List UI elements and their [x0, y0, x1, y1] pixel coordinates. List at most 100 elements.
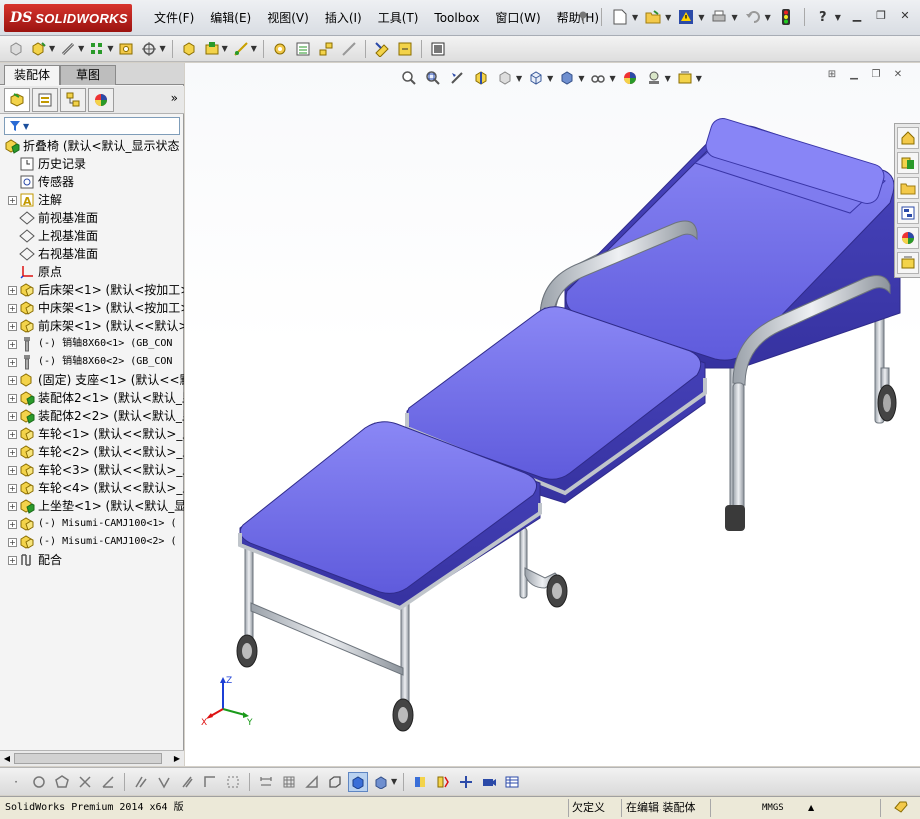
tree-item[interactable]: + 前床架<1> (默认<<默认>_ — [0, 317, 184, 335]
expand-toggle-icon[interactable]: + — [8, 555, 17, 565]
corner-icon[interactable] — [200, 772, 220, 792]
scroll-thumb[interactable] — [14, 753, 162, 764]
shaded-cube-icon[interactable] — [348, 771, 368, 792]
triangle-icon[interactable] — [302, 772, 322, 792]
exploded-view-icon[interactable] — [316, 39, 336, 59]
tree-item[interactable]: + 上坐垫<1> (默认<默认_显 — [0, 497, 184, 515]
circle-icon[interactable] — [29, 772, 49, 792]
expand-toggle-icon[interactable]: + — [8, 195, 17, 205]
move-component-icon[interactable] — [139, 39, 159, 59]
instant3d-icon[interactable] — [372, 39, 392, 59]
chevron-down-icon[interactable]: ▼ — [765, 13, 771, 22]
smart-fasteners-icon[interactable] — [116, 39, 136, 59]
new-motion-study-icon[interactable] — [270, 39, 290, 59]
expand-toggle-icon[interactable]: + — [8, 483, 17, 493]
tab-assembly[interactable]: 装配体 — [4, 65, 60, 85]
camera-icon[interactable] — [479, 772, 499, 792]
expand-toggle-icon[interactable]: + — [8, 429, 17, 439]
tree-item[interactable]: + 车轮<3> (默认<<默认>_显 — [0, 461, 184, 479]
expand-toggle-icon[interactable]: + — [8, 303, 17, 313]
expand-toggle-icon[interactable]: + — [8, 375, 17, 385]
tree-item[interactable]: 上视基准面 — [0, 227, 184, 245]
line-icon[interactable] — [98, 772, 118, 792]
new-document-icon[interactable] — [609, 6, 631, 28]
move-icon[interactable] — [456, 772, 476, 792]
tree-item[interactable]: 历史记录 — [0, 155, 184, 173]
warning-icon[interactable] — [675, 6, 697, 28]
tree-item[interactable]: + (-) Misumi-CAMJ100<1> ( — [0, 515, 184, 533]
fillet-icon[interactable] — [131, 772, 151, 792]
component-icon[interactable] — [6, 39, 26, 59]
menu-tools[interactable]: 工具(T) — [370, 9, 427, 27]
menu-window[interactable]: 窗口(W) — [487, 9, 548, 27]
rebuild-status-icon[interactable] — [894, 800, 908, 816]
take-snapshot-icon[interactable] — [428, 39, 448, 59]
chevron-down-icon[interactable]: ▼ — [698, 13, 704, 22]
help-icon[interactable]: ? — [812, 6, 834, 28]
insert-component-icon[interactable] — [29, 39, 49, 59]
table-icon[interactable] — [502, 772, 522, 792]
menu-edit[interactable]: 编辑(E) — [202, 9, 259, 27]
grid-icon[interactable] — [279, 772, 299, 792]
chevron-down-icon[interactable]: ▼ — [49, 44, 55, 53]
custom-properties-icon[interactable] — [897, 252, 919, 274]
tree-item[interactable]: + 车轮<2> (默认<<默认>_显 — [0, 443, 184, 461]
chevron-down-icon[interactable]: ▼ — [78, 44, 84, 53]
graphics-area[interactable]: ▼ ▼ ▼ ▼ ▼ ▼ ⊞ ▁ ❐ ✕ Z Y X — [185, 63, 920, 766]
display-manager-icon[interactable] — [88, 87, 114, 112]
chevron-down-icon[interactable]: ▼ — [632, 13, 638, 22]
restore-icon[interactable]: ❐ — [872, 8, 890, 24]
menu-insert[interactable]: 插入(I) — [317, 9, 370, 27]
section-icon[interactable] — [410, 772, 430, 792]
mate-icon[interactable] — [433, 772, 453, 792]
tree-item[interactable]: + (-) 销轴8X60<1> (GB_CON — [0, 335, 184, 353]
box-icon[interactable] — [325, 772, 345, 792]
print-icon[interactable] — [708, 6, 730, 28]
units-menu-arrow[interactable]: ▲ — [808, 800, 814, 816]
expand-toggle-icon[interactable]: + — [8, 465, 17, 475]
tree-item[interactable]: 前视基准面 — [0, 209, 184, 227]
tree-item[interactable]: + (固定) 支座<1> (默认<<默 — [0, 371, 184, 389]
tree-horizontal-scrollbar[interactable]: ◀ ▶ — [0, 750, 184, 766]
expand-toggle-icon[interactable]: + — [8, 357, 17, 367]
feature-manager-icon[interactable] — [4, 87, 30, 112]
menu-file[interactable]: 文件(F) — [146, 9, 202, 27]
tab-sketch[interactable]: 草图 — [60, 65, 116, 85]
point-icon[interactable]: · — [6, 772, 26, 792]
tree-item[interactable]: + 车轮<4> (默认<<默认>_显 — [0, 479, 184, 497]
folding-chair-model[interactable] — [185, 63, 920, 766]
tree-item[interactable]: + 配合 — [0, 551, 184, 569]
undo-icon[interactable] — [742, 6, 764, 28]
chevron-down-icon[interactable]: ▼ — [665, 13, 671, 22]
configuration-manager-icon[interactable] — [60, 87, 86, 112]
tree-item[interactable]: + 车轮<1> (默认<<默认>_显 — [0, 425, 184, 443]
expand-toggle-icon[interactable]: + — [8, 285, 17, 295]
scroll-right-icon[interactable]: ▶ — [171, 753, 183, 765]
display-cube-icon[interactable] — [371, 772, 391, 792]
dotted-box-icon[interactable] — [223, 772, 243, 792]
appearances-icon[interactable] — [897, 227, 919, 249]
expand-toggle-icon[interactable]: + — [8, 447, 17, 457]
more-tabs-icon[interactable]: » — [171, 91, 178, 105]
expand-toggle-icon[interactable]: + — [8, 537, 17, 547]
chevron-down-icon[interactable]: ▼ — [835, 13, 841, 22]
expand-toggle-icon[interactable]: + — [8, 519, 17, 529]
tree-item[interactable]: 右视基准面 — [0, 245, 184, 263]
chevron-down-icon[interactable]: ▼ — [107, 44, 113, 53]
tree-item[interactable]: 原点 — [0, 263, 184, 281]
expand-toggle-icon[interactable]: + — [8, 339, 17, 349]
slash-icon[interactable] — [177, 772, 197, 792]
expand-toggle-icon[interactable]: + — [8, 321, 17, 331]
chevron-down-icon[interactable]: ▼ — [251, 44, 257, 53]
tree-item[interactable]: + (-) Misumi-CAMJ100<2> ( — [0, 533, 184, 551]
menu-view[interactable]: 视图(V) — [259, 9, 317, 27]
expand-toggle-icon[interactable]: + — [8, 411, 17, 421]
open-icon[interactable] — [642, 6, 664, 28]
tree-item[interactable]: + (-) 销轴8X60<2> (GB_CON — [0, 353, 184, 371]
chevron-down-icon[interactable]: ▼ — [159, 44, 165, 53]
tree-filter-field[interactable]: ▼ — [4, 117, 180, 135]
tree-root-item[interactable]: 折叠椅 (默认<默认_显示状态 — [0, 137, 184, 155]
traffic-light-icon[interactable] — [775, 6, 797, 28]
tree-item[interactable]: + 装配体2<2> (默认<默认_显 — [0, 407, 184, 425]
update-speedpak-icon[interactable] — [395, 39, 415, 59]
